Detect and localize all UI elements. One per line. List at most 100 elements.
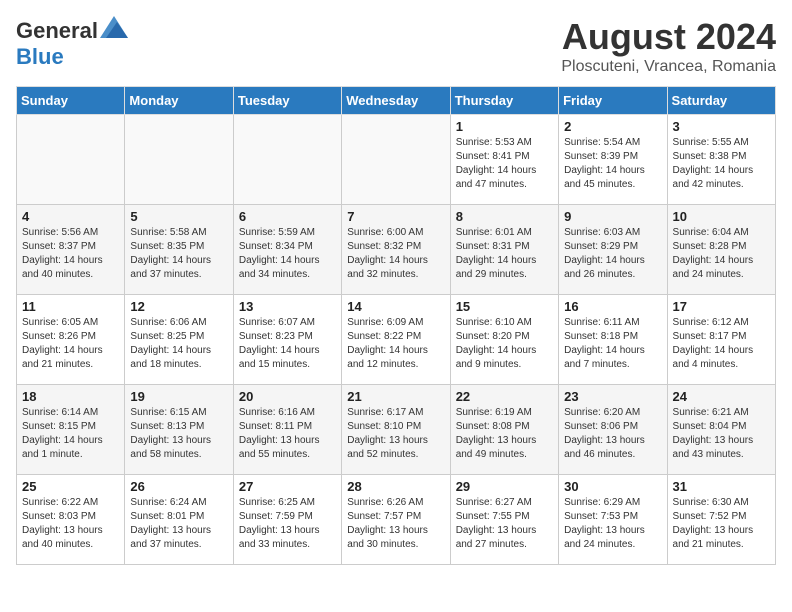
calendar-day: 6 Sunrise: 5:59 AM Sunset: 8:34 PM Daylig… <box>233 205 341 295</box>
day-number: 1 <box>456 119 553 134</box>
day-info: Sunrise: 6:12 AM Sunset: 8:17 PM Dayligh… <box>673 316 770 372</box>
calendar-day: 2 Sunrise: 5:54 AM Sunset: 8:39 PM Daylig… <box>559 115 667 205</box>
calendar-day: 1 Sunrise: 5:53 AM Sunset: 8:41 PM Daylig… <box>450 115 558 205</box>
day-info: Sunrise: 6:27 AM Sunset: 7:55 PM Dayligh… <box>456 496 553 552</box>
logo: General Blue <box>16 16 128 70</box>
day-number: 28 <box>347 479 444 494</box>
day-number: 2 <box>564 119 661 134</box>
day-info: Sunrise: 5:56 AM Sunset: 8:37 PM Dayligh… <box>22 226 119 282</box>
day-number: 25 <box>22 479 119 494</box>
calendar-day: 20 Sunrise: 6:16 AM Sunset: 8:11 PM Dayli… <box>233 385 341 475</box>
calendar-day: 17 Sunrise: 6:12 AM Sunset: 8:17 PM Dayli… <box>667 295 775 385</box>
day-number: 21 <box>347 389 444 404</box>
day-number: 15 <box>456 299 553 314</box>
location: Ploscuteni, Vrancea, Romania <box>561 58 776 76</box>
weekday-header-row: SundayMondayTuesdayWednesdayThursdayFrid… <box>17 87 776 115</box>
calendar-day: 19Sunrise: 6:15 AM Sunset: 8:13 PM Dayli… <box>125 385 233 475</box>
day-info: Sunrise: 6:06 AM Sunset: 8:25 PM Dayligh… <box>130 316 227 372</box>
day-number: 22 <box>456 389 553 404</box>
calendar-day: 14Sunrise: 6:09 AM Sunset: 8:22 PM Dayli… <box>342 295 450 385</box>
calendar-day <box>233 115 341 205</box>
day-info: Sunrise: 5:53 AM Sunset: 8:41 PM Dayligh… <box>456 136 553 192</box>
day-info: Sunrise: 5:59 AM Sunset: 8:34 PM Dayligh… <box>239 226 336 282</box>
day-number: 16 <box>564 299 661 314</box>
day-info: Sunrise: 6:16 AM Sunset: 8:11 PM Dayligh… <box>239 406 336 462</box>
day-number: 31 <box>673 479 770 494</box>
calendar-day: 5 Sunrise: 5:58 AM Sunset: 8:35 PM Daylig… <box>125 205 233 295</box>
calendar-day: 3 Sunrise: 5:55 AM Sunset: 8:38 PM Daylig… <box>667 115 775 205</box>
day-number: 5 <box>130 209 227 224</box>
title-area: August 2024 Ploscuteni, Vrancea, Romania <box>561 16 776 76</box>
calendar-week-row: 11 Sunrise: 6:05 AM Sunset: 8:26 PM Dayli… <box>17 295 776 385</box>
day-info: Sunrise: 6:01 AM Sunset: 8:31 PM Dayligh… <box>456 226 553 282</box>
day-number: 17 <box>673 299 770 314</box>
weekday-header: Monday <box>125 87 233 115</box>
day-number: 7 <box>347 209 444 224</box>
calendar-day: 28 Sunrise: 6:26 AM Sunset: 7:57 PM Dayli… <box>342 475 450 565</box>
calendar-day: 26Sunrise: 6:24 AM Sunset: 8:01 PM Dayli… <box>125 475 233 565</box>
calendar-day: 13Sunrise: 6:07 AM Sunset: 8:23 PM Dayli… <box>233 295 341 385</box>
day-number: 13 <box>239 299 336 314</box>
day-info: Sunrise: 5:58 AM Sunset: 8:35 PM Dayligh… <box>130 226 227 282</box>
calendar-day: 29 Sunrise: 6:27 AM Sunset: 7:55 PM Dayli… <box>450 475 558 565</box>
day-number: 30 <box>564 479 661 494</box>
day-number: 29 <box>456 479 553 494</box>
calendar-day: 4 Sunrise: 5:56 AM Sunset: 8:37 PM Daylig… <box>17 205 125 295</box>
calendar-day: 22 Sunrise: 6:19 AM Sunset: 8:08 PM Dayli… <box>450 385 558 475</box>
day-info: Sunrise: 6:22 AM Sunset: 8:03 PM Dayligh… <box>22 496 119 552</box>
day-info: Sunrise: 6:10 AM Sunset: 8:20 PM Dayligh… <box>456 316 553 372</box>
calendar-week-row: 18 Sunrise: 6:14 AM Sunset: 8:15 PM Dayli… <box>17 385 776 475</box>
calendar-week-row: 25 Sunrise: 6:22 AM Sunset: 8:03 PM Dayli… <box>17 475 776 565</box>
day-info: Sunrise: 6:29 AM Sunset: 7:53 PM Dayligh… <box>564 496 661 552</box>
month-title: August 2024 <box>561 16 776 58</box>
day-info: Sunrise: 6:03 AM Sunset: 8:29 PM Dayligh… <box>564 226 661 282</box>
calendar-day: 31 Sunrise: 6:30 AM Sunset: 7:52 PM Dayli… <box>667 475 775 565</box>
day-info: Sunrise: 6:05 AM Sunset: 8:26 PM Dayligh… <box>22 316 119 372</box>
day-info: Sunrise: 5:55 AM Sunset: 8:38 PM Dayligh… <box>673 136 770 192</box>
day-number: 9 <box>564 209 661 224</box>
day-number: 20 <box>239 389 336 404</box>
day-info: Sunrise: 6:14 AM Sunset: 8:15 PM Dayligh… <box>22 406 119 462</box>
calendar-day: 23 Sunrise: 6:20 AM Sunset: 8:06 PM Dayli… <box>559 385 667 475</box>
day-info: Sunrise: 6:09 AM Sunset: 8:22 PM Dayligh… <box>347 316 444 372</box>
day-number: 23 <box>564 389 661 404</box>
calendar-day: 8 Sunrise: 6:01 AM Sunset: 8:31 PM Daylig… <box>450 205 558 295</box>
day-number: 3 <box>673 119 770 134</box>
day-number: 6 <box>239 209 336 224</box>
day-info: Sunrise: 6:26 AM Sunset: 7:57 PM Dayligh… <box>347 496 444 552</box>
day-info: Sunrise: 6:20 AM Sunset: 8:06 PM Dayligh… <box>564 406 661 462</box>
day-info: Sunrise: 5:54 AM Sunset: 8:39 PM Dayligh… <box>564 136 661 192</box>
weekday-header: Wednesday <box>342 87 450 115</box>
day-number: 12 <box>130 299 227 314</box>
calendar-day: 10Sunrise: 6:04 AM Sunset: 8:28 PM Dayli… <box>667 205 775 295</box>
calendar-day: 15 Sunrise: 6:10 AM Sunset: 8:20 PM Dayli… <box>450 295 558 385</box>
calendar-day <box>342 115 450 205</box>
calendar-day: 12 Sunrise: 6:06 AM Sunset: 8:25 PM Dayli… <box>125 295 233 385</box>
calendar-day <box>17 115 125 205</box>
day-number: 18 <box>22 389 119 404</box>
calendar-day: 21 Sunrise: 6:17 AM Sunset: 8:10 PM Dayli… <box>342 385 450 475</box>
day-number: 11 <box>22 299 119 314</box>
day-info: Sunrise: 6:30 AM Sunset: 7:52 PM Dayligh… <box>673 496 770 552</box>
weekday-header: Saturday <box>667 87 775 115</box>
calendar-week-row: 4 Sunrise: 5:56 AM Sunset: 8:37 PM Daylig… <box>17 205 776 295</box>
day-info: Sunrise: 6:19 AM Sunset: 8:08 PM Dayligh… <box>456 406 553 462</box>
calendar-day <box>125 115 233 205</box>
header: General Blue August 2024 Ploscuteni, Vra… <box>16 16 776 76</box>
weekday-header: Friday <box>559 87 667 115</box>
day-number: 4 <box>22 209 119 224</box>
day-info: Sunrise: 6:04 AM Sunset: 8:28 PM Dayligh… <box>673 226 770 282</box>
weekday-header: Sunday <box>17 87 125 115</box>
day-number: 27 <box>239 479 336 494</box>
calendar-day: 30 Sunrise: 6:29 AM Sunset: 7:53 PM Dayli… <box>559 475 667 565</box>
day-info: Sunrise: 6:17 AM Sunset: 8:10 PM Dayligh… <box>347 406 444 462</box>
day-info: Sunrise: 6:21 AM Sunset: 8:04 PM Dayligh… <box>673 406 770 462</box>
day-number: 8 <box>456 209 553 224</box>
day-info: Sunrise: 6:11 AM Sunset: 8:18 PM Dayligh… <box>564 316 661 372</box>
calendar-day: 9 Sunrise: 6:03 AM Sunset: 8:29 PM Daylig… <box>559 205 667 295</box>
day-number: 19 <box>130 389 227 404</box>
calendar-day: 18 Sunrise: 6:14 AM Sunset: 8:15 PM Dayli… <box>17 385 125 475</box>
calendar-day: 11 Sunrise: 6:05 AM Sunset: 8:26 PM Dayli… <box>17 295 125 385</box>
calendar-day: 27Sunrise: 6:25 AM Sunset: 7:59 PM Dayli… <box>233 475 341 565</box>
day-info: Sunrise: 6:00 AM Sunset: 8:32 PM Dayligh… <box>347 226 444 282</box>
